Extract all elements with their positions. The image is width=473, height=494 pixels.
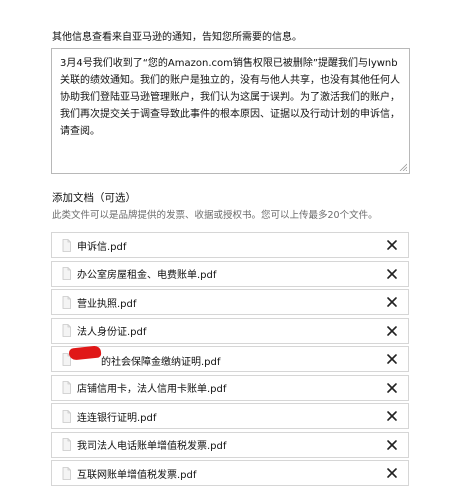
document-icon: [62, 324, 71, 337]
file-row: 互联网账单增值税发票.pdf: [51, 460, 409, 486]
document-icon: [62, 295, 71, 309]
info-textarea-text: 3月4号我们收到了“您的Amazon.com销售权限已被删除”提醒我们与lywn…: [60, 58, 400, 137]
close-icon[interactable]: [386, 268, 398, 280]
document-icon: [62, 438, 71, 451]
close-icon[interactable]: [386, 410, 398, 422]
resize-grip-icon[interactable]: [399, 163, 407, 171]
redaction-mark: [68, 344, 102, 361]
file-name: 我司法人电话账单增值税发票.pdf: [77, 441, 227, 452]
close-icon[interactable]: [386, 439, 398, 451]
close-icon[interactable]: [386, 467, 398, 479]
close-icon[interactable]: [386, 296, 398, 308]
file-row: 营业执照.pdf: [51, 289, 409, 315]
document-icon: [62, 267, 71, 280]
document-icon: [62, 409, 71, 423]
file-row: 法人身份证.pdf: [51, 317, 409, 344]
close-icon[interactable]: [386, 353, 398, 365]
file-row: 办公室房屋租金、电费账单.pdf: [51, 260, 409, 287]
file-row: 我司法人电话账单增值税发票.pdf: [51, 431, 409, 458]
info-label: 其他信息查看来自亚马逊的通知，告知您所需要的信息。: [52, 32, 302, 43]
close-icon[interactable]: [386, 239, 398, 251]
file-name: 的社会保障金缴纳证明.pdf: [101, 356, 221, 368]
close-icon[interactable]: [386, 382, 398, 394]
document-icon: [62, 238, 71, 252]
info-textarea[interactable]: 3月4号我们收到了“您的Amazon.com销售权限已被删除”提醒我们与lywn…: [51, 48, 410, 174]
document-icon: [62, 381, 71, 394]
file-name: 营业执照.pdf: [77, 298, 137, 310]
file-name: 申诉信.pdf: [77, 241, 127, 253]
add-documents-hint: 此类文件可以是品牌提供的发票、收据或授权书。您可以上传最多20个文件。: [52, 210, 378, 221]
document-icon: [62, 466, 71, 480]
redacted-file-name-wrap: 的社会保障金缴纳证明.pdf: [68, 344, 221, 369]
file-list: 申诉信.pdf 办公室房屋租金、电费账单.pdf 营业执照.pdf 法人身份证.pdf…: [51, 232, 409, 489]
close-icon[interactable]: [386, 325, 398, 337]
file-name: 法人身份证.pdf: [77, 327, 147, 338]
file-row: 申诉信.pdf: [51, 232, 409, 258]
file-name: 连连银行证明.pdf: [77, 412, 157, 424]
file-row: 店铺信用卡，法人信用卡账单.pdf: [51, 374, 409, 401]
file-name: 店铺信用卡，法人信用卡账单.pdf: [77, 384, 227, 395]
file-name: 办公室房屋租金、电费账单.pdf: [77, 270, 217, 281]
file-row: 连连银行证明.pdf: [51, 403, 409, 429]
file-name: 互联网账单增值税发票.pdf: [77, 469, 197, 481]
add-documents-title: 添加文档（可选）: [52, 192, 136, 204]
file-row: 的社会保障金缴纳证明.pdf: [51, 344, 409, 372]
